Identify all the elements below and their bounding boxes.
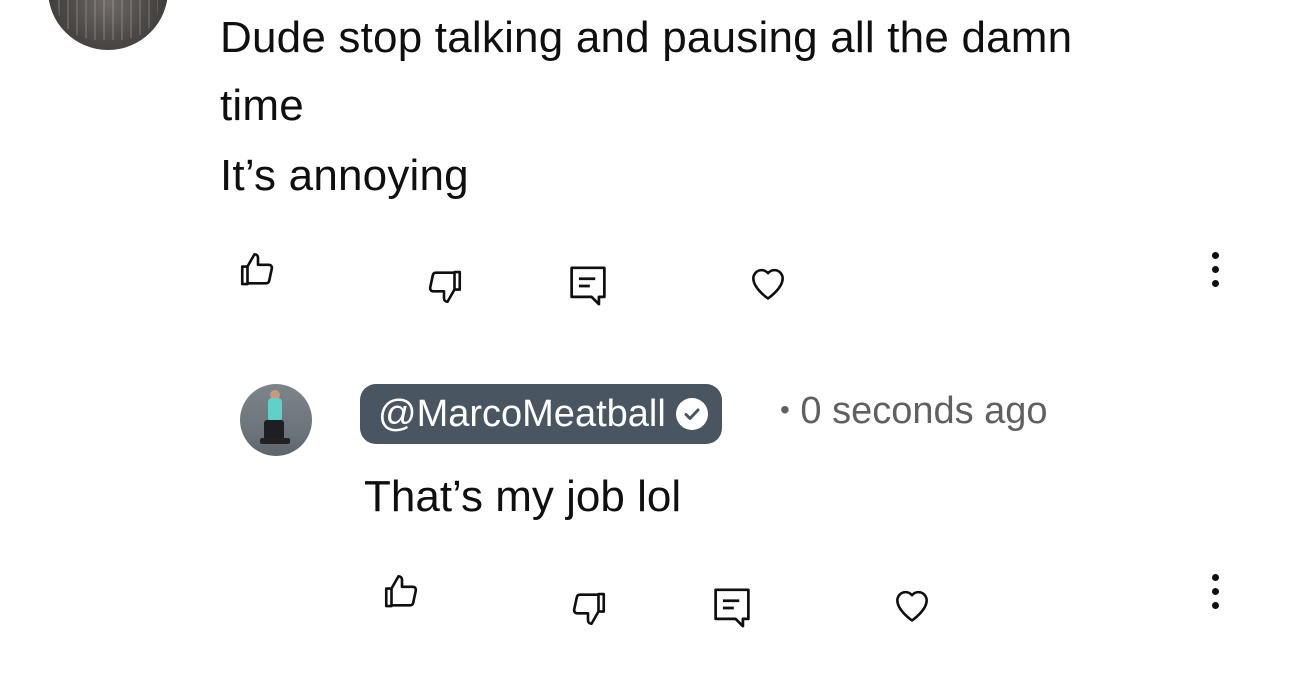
heart-button[interactable] (882, 574, 942, 634)
more-vertical-icon (1211, 251, 1219, 259)
like-button[interactable] (228, 240, 288, 300)
comment-icon (714, 588, 750, 628)
heart-icon (752, 268, 784, 300)
meta-separator: • (780, 394, 790, 425)
dislike-button[interactable] (558, 578, 618, 638)
thumbs-up-icon (240, 252, 274, 286)
comment-icon (570, 266, 606, 306)
timestamp: 0 seconds ago (800, 390, 1048, 432)
like-button[interactable] (372, 562, 432, 622)
more-vertical-icon (1211, 573, 1219, 581)
author-name-chip[interactable]: @MarcoMeatball (360, 384, 722, 444)
reply-author-avatar[interactable] (240, 384, 312, 456)
reply-text: That’s my job lol (364, 472, 682, 521)
comment-text-line: It’s annoying (220, 151, 469, 200)
author-name: @MarcoMeatball (378, 392, 666, 435)
more-options-button[interactable] (1200, 566, 1230, 616)
heart-icon (896, 590, 928, 622)
comment-text-line: time (220, 81, 304, 130)
thumbs-down-icon (428, 270, 462, 304)
comment-meta: • 0 seconds ago (780, 390, 1048, 433)
reply-button[interactable] (702, 578, 762, 638)
verified-check-icon (675, 398, 708, 430)
commenter-avatar[interactable] (48, 0, 168, 50)
more-options-button[interactable] (1200, 244, 1230, 294)
comment-text-line: Dude stop talking and pausing all the da… (220, 13, 1073, 62)
thumbs-down-icon (572, 592, 606, 626)
thumbs-up-icon (384, 574, 418, 608)
avatar-image (58, 0, 158, 40)
dislike-button[interactable] (414, 256, 474, 316)
reply-button[interactable] (558, 256, 618, 316)
heart-button[interactable] (738, 252, 798, 312)
